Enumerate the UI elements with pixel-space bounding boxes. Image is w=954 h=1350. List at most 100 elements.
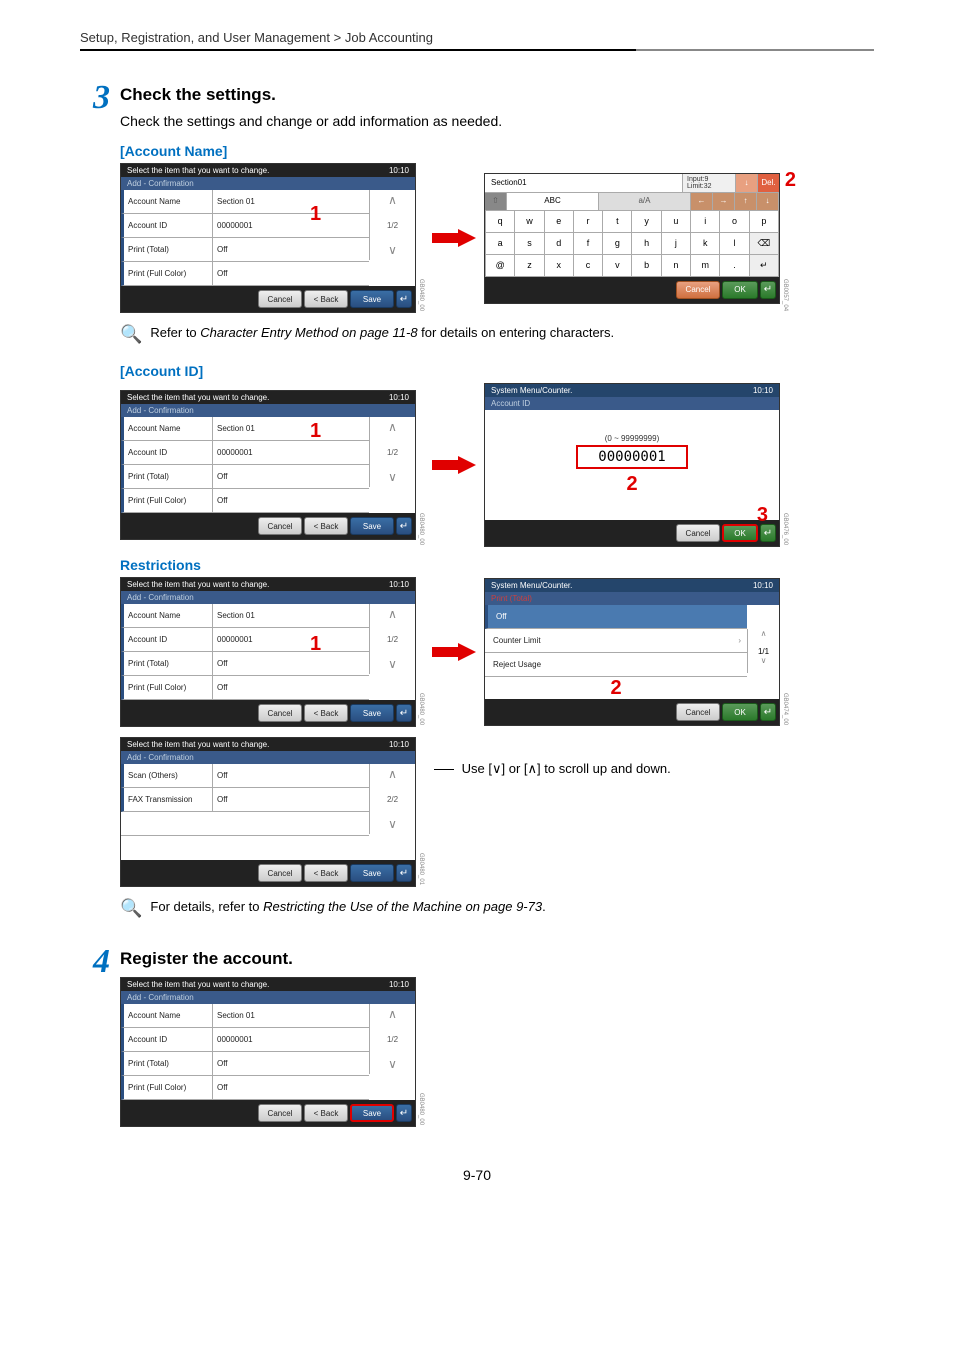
- save-button[interactable]: Save: [350, 517, 394, 535]
- row-print-total[interactable]: Print (Total)Off: [121, 1052, 369, 1076]
- save-button[interactable]: Save: [350, 1104, 394, 1122]
- key-o[interactable]: o: [720, 211, 749, 233]
- kbd-cancel-button[interactable]: Cancel: [676, 281, 720, 299]
- key-b[interactable]: b: [632, 255, 661, 277]
- back-button[interactable]: < Back: [304, 704, 348, 722]
- key-v[interactable]: v: [603, 255, 632, 277]
- row-account-name[interactable]: Account NameSection 01: [121, 417, 369, 441]
- back-button[interactable]: < Back: [304, 1104, 348, 1122]
- enter-icon[interactable]: ↵: [396, 1104, 412, 1122]
- key-x[interactable]: x: [545, 255, 574, 277]
- scroll-down-icon[interactable]: ∨: [370, 814, 415, 834]
- kbd-tab-abc[interactable]: ABC: [507, 193, 599, 210]
- key-d[interactable]: d: [545, 233, 574, 255]
- row-print-total[interactable]: Print (Total)Off: [121, 652, 369, 676]
- cancel-button[interactable]: Cancel: [676, 703, 720, 721]
- row-account-id[interactable]: Account ID00000001: [121, 1028, 369, 1052]
- enter-icon[interactable]: ↵: [760, 703, 776, 721]
- key-backspace-icon[interactable]: ⌫: [750, 233, 779, 255]
- key-z[interactable]: z: [515, 255, 544, 277]
- kbd-tab-right-icon[interactable]: →: [713, 193, 735, 210]
- key-s[interactable]: s: [515, 233, 544, 255]
- back-button[interactable]: < Back: [304, 290, 348, 308]
- row-account-id[interactable]: Account ID00000001: [121, 441, 369, 465]
- ok-button[interactable]: OK: [722, 524, 758, 542]
- key-u[interactable]: u: [662, 211, 691, 233]
- enter-icon[interactable]: ↵: [396, 704, 412, 722]
- back-button[interactable]: < Back: [304, 864, 348, 882]
- scroll-up-icon[interactable]: ∧: [370, 604, 415, 624]
- key-c[interactable]: c: [574, 255, 603, 277]
- back-button[interactable]: < Back: [304, 517, 348, 535]
- row-account-name[interactable]: Account NameSection 01: [121, 1004, 369, 1028]
- cancel-button[interactable]: Cancel: [258, 1104, 302, 1122]
- row-print-full-color[interactable]: Print (Full Color)Off: [121, 676, 369, 700]
- save-button[interactable]: Save: [350, 704, 394, 722]
- scroll-down-icon[interactable]: ∨: [370, 467, 415, 487]
- delete-button[interactable]: Del.: [757, 174, 779, 192]
- row-print-total[interactable]: Print (Total) Off: [121, 238, 369, 262]
- ok-button[interactable]: OK: [722, 703, 758, 721]
- enter-icon[interactable]: ↵: [760, 281, 776, 299]
- kbd-ok-button[interactable]: OK: [722, 281, 758, 299]
- row-scan-others[interactable]: Scan (Others)Off: [121, 764, 369, 788]
- row-fax-transmission[interactable]: FAX TransmissionOff: [121, 788, 369, 812]
- enter-icon[interactable]: ↵: [396, 864, 412, 882]
- scroll-up-icon[interactable]: ∧: [370, 764, 415, 784]
- kbd-tab-down-icon[interactable]: ↓: [757, 193, 779, 210]
- key-k[interactable]: k: [691, 233, 720, 255]
- cancel-button[interactable]: Cancel: [676, 524, 720, 542]
- cancel-button[interactable]: Cancel: [258, 517, 302, 535]
- option-off[interactable]: Off: [485, 605, 747, 629]
- key-g[interactable]: g: [603, 233, 632, 255]
- scroll-down-icon[interactable]: ∨: [370, 1054, 415, 1074]
- cursor-down-icon[interactable]: ↓: [735, 174, 757, 192]
- key-j[interactable]: j: [662, 233, 691, 255]
- scroll-up-icon[interactable]: ∧: [748, 629, 779, 647]
- option-reject-usage[interactable]: Reject Usage: [485, 653, 747, 677]
- kbd-tab-mode-icon[interactable]: ⇧: [485, 193, 507, 210]
- scroll-up-icon[interactable]: ∧: [370, 1004, 415, 1024]
- cancel-button[interactable]: Cancel: [258, 704, 302, 722]
- row-print-full-color[interactable]: Print (Full Color) Off: [121, 262, 369, 286]
- key-i[interactable]: i: [691, 211, 720, 233]
- key-l[interactable]: l: [720, 233, 749, 255]
- kbd-tab-left-icon[interactable]: ←: [691, 193, 713, 210]
- row-account-id[interactable]: Account ID 00000001: [121, 214, 369, 238]
- row-print-full-color[interactable]: Print (Full Color)Off: [121, 1076, 369, 1100]
- save-button[interactable]: Save: [350, 290, 394, 308]
- key-at[interactable]: @: [485, 255, 515, 277]
- cancel-button[interactable]: Cancel: [258, 290, 302, 308]
- kbd-tab-up-icon[interactable]: ↑: [735, 193, 757, 210]
- scroll-down-icon[interactable]: ∨: [748, 656, 779, 674]
- key-enter-icon[interactable]: ↵: [750, 255, 779, 277]
- scroll-down-icon[interactable]: ∨: [370, 654, 415, 674]
- numeric-input[interactable]: 00000001: [576, 445, 687, 469]
- kbd-tab-case[interactable]: a/A: [599, 193, 691, 210]
- key-f[interactable]: f: [574, 233, 603, 255]
- row-account-id[interactable]: Account ID00000001: [121, 628, 369, 652]
- key-e[interactable]: e: [545, 211, 574, 233]
- key-dot[interactable]: .: [720, 255, 749, 277]
- row-print-total[interactable]: Print (Total)Off: [121, 465, 369, 489]
- enter-icon[interactable]: ↵: [396, 517, 412, 535]
- key-r[interactable]: r: [574, 211, 603, 233]
- scroll-up-icon[interactable]: ∧: [370, 190, 415, 210]
- key-q[interactable]: q: [485, 211, 515, 233]
- save-button[interactable]: Save: [350, 864, 394, 882]
- scroll-down-icon[interactable]: ∨: [370, 240, 415, 260]
- key-n[interactable]: n: [662, 255, 691, 277]
- key-y[interactable]: y: [632, 211, 661, 233]
- cancel-button[interactable]: Cancel: [258, 864, 302, 882]
- key-p[interactable]: p: [750, 211, 779, 233]
- key-h[interactable]: h: [632, 233, 661, 255]
- key-a[interactable]: a: [485, 233, 515, 255]
- key-m[interactable]: m: [691, 255, 720, 277]
- key-t[interactable]: t: [603, 211, 632, 233]
- row-account-name[interactable]: Account NameSection 01: [121, 604, 369, 628]
- text-input-display[interactable]: Section01: [485, 174, 683, 192]
- row-print-full-color[interactable]: Print (Full Color)Off: [121, 489, 369, 513]
- enter-icon[interactable]: ↵: [396, 290, 412, 308]
- scroll-up-icon[interactable]: ∧: [370, 417, 415, 437]
- key-w[interactable]: w: [515, 211, 544, 233]
